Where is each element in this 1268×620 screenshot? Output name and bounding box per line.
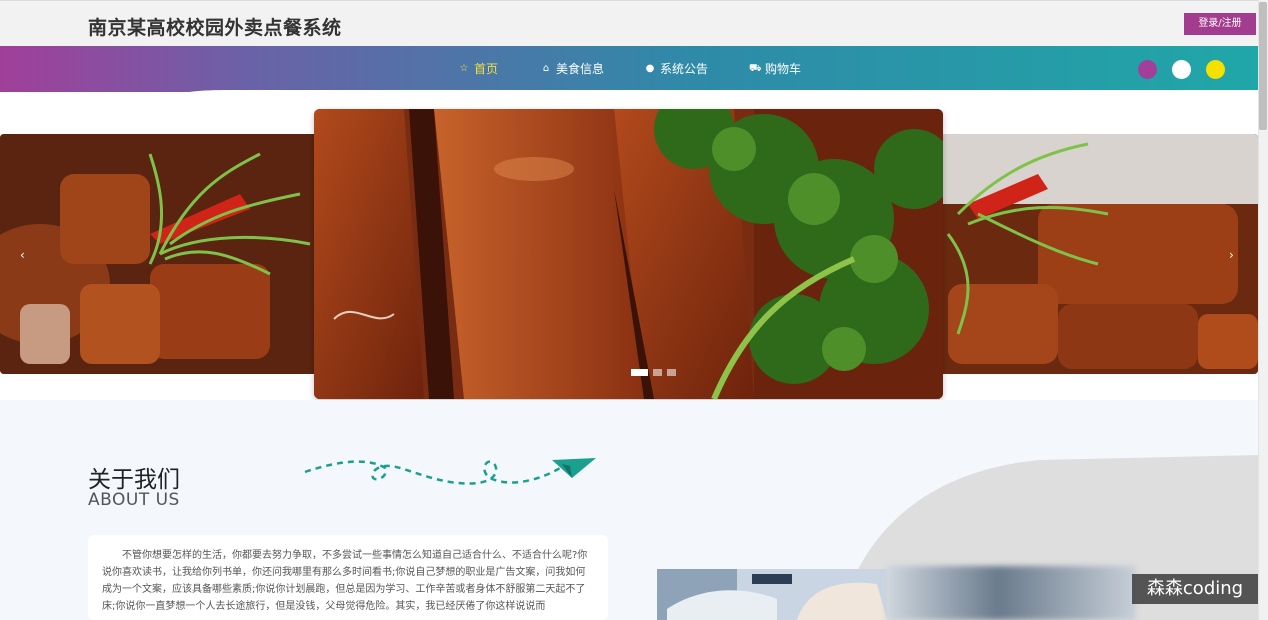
nav-item-cart[interactable]: ⛟ 购物车 (749, 60, 801, 77)
login-register-button[interactable]: 登录/注册 (1184, 13, 1256, 35)
carousel-active-slide-image[interactable] (314, 109, 943, 399)
carousel-next-arrow[interactable]: › (1229, 248, 1234, 262)
top-bar: 南京某高校校园外卖点餐系统 登录/注册 (0, 0, 1258, 46)
nav-item-label: 首页 (474, 62, 499, 76)
home-icon: ⌂ (542, 62, 550, 74)
carousel-indicator[interactable] (653, 369, 662, 376)
about-title-en: ABOUT US (88, 490, 180, 510)
paper-plane-decoration (304, 458, 596, 485)
theme-yellow-button[interactable] (1206, 60, 1225, 79)
nav-item-label: 系统公告 (660, 62, 709, 76)
carousel-next-slide-image[interactable] (938, 134, 1258, 374)
page-scrollbar[interactable] (1258, 0, 1268, 620)
scrollbar-thumb[interactable] (1259, 2, 1267, 130)
nav-item-announcements[interactable]: ● 系统公告 (644, 60, 708, 77)
carousel-indicators (631, 369, 676, 376)
carousel-prev-slide-image[interactable] (0, 134, 318, 374)
about-title-cn: 关于我们 (88, 467, 180, 493)
carousel-indicator[interactable] (631, 369, 648, 376)
about-text-card: 不管你想要怎样的生活，你都要去努力争取，不多尝试一些事情怎么知道自己适合什么、不… (88, 535, 608, 620)
watermark-label: 森森coding (1132, 574, 1258, 604)
nav-item-label: 美食信息 (556, 62, 605, 76)
nav-item-food-info[interactable]: ⌂ 美食信息 (540, 60, 604, 77)
blurred-region (886, 566, 1136, 620)
nav-item-home[interactable]: ☆ 首页 (458, 60, 499, 77)
theme-white-button[interactable] (1172, 60, 1191, 79)
about-paragraph: 不管你想要怎样的生活，你都要去努力争取，不多尝试一些事情怎么知道自己适合什么、不… (102, 550, 588, 612)
carousel-prev-arrow[interactable]: ‹ (20, 248, 25, 262)
carousel-indicator[interactable] (667, 369, 676, 376)
star-icon: ☆ (459, 62, 469, 74)
nav-item-label: 购物车 (765, 62, 802, 76)
cart-icon: ⛟ (749, 62, 762, 74)
about-photo-image (657, 569, 887, 620)
info-icon: ● (645, 62, 655, 74)
site-title: 南京某高校校园外卖点餐系统 (88, 17, 342, 39)
theme-purple-button[interactable] (1138, 60, 1157, 79)
main-nav: ☆ 首页 ⌂ 美食信息 ● 系统公告 ⛟ 购物车 (0, 60, 1258, 80)
